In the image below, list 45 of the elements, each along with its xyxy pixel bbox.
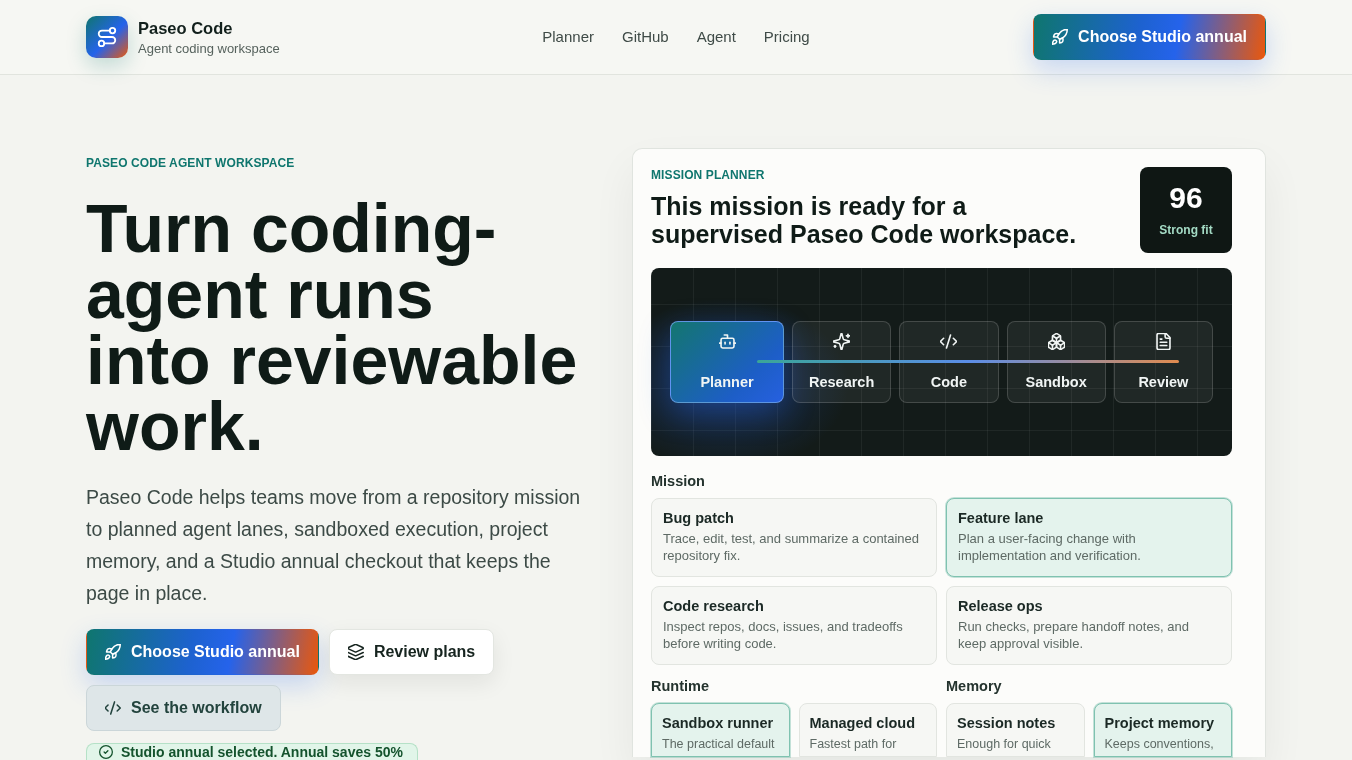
memory-option[interactable]: Session notes Enough for quick <box>946 703 1085 757</box>
workflow-step-tab[interactable]: Research <box>792 321 892 403</box>
nav-link[interactable]: Planner <box>542 28 594 46</box>
layers-icon <box>347 644 364 660</box>
mission-option[interactable]: Release ops Run checks, prepare handoff notes, and keep approval visible. <box>946 586 1232 665</box>
robot-icon <box>718 333 736 350</box>
notice-text: Studio annual selected. Annual saves 50% <box>121 744 403 760</box>
memory-option[interactable]: Project memory Keeps conventions, <box>1093 703 1232 757</box>
rocket-icon <box>105 644 121 660</box>
code-icon <box>940 333 958 350</box>
nav-link[interactable]: Pricing <box>763 28 810 46</box>
cubes-icon <box>1047 333 1065 350</box>
mission-option[interactable]: Feature lane Plan a user-facing change with implementation and verification. <box>946 498 1232 577</box>
secondary-button[interactable]: Review plans <box>328 629 495 675</box>
runtime-option[interactable]: Sandbox runner The practical default <box>651 703 790 757</box>
logo-icon[interactable] <box>86 16 128 58</box>
workflow-step-tab[interactable]: Code <box>899 321 999 403</box>
ghost-button[interactable]: See the workflow <box>86 685 281 731</box>
workflow-step-tab[interactable]: Review <box>1113 321 1213 403</box>
brand-tagline: Agent coding workspace <box>138 40 280 56</box>
score-label: Strong fit <box>1159 223 1213 237</box>
section-label: Memory <box>946 678 1003 695</box>
planner-eyebrow: MISSION PLANNER <box>651 168 766 182</box>
primary-button[interactable]: Choose Studio annual <box>86 629 319 675</box>
document-icon <box>1154 333 1172 350</box>
mission-option[interactable]: Bug patch Trace, edit, test, and summarize a contained repository fix. <box>651 498 937 577</box>
hero-eyebrow: PASEO CODE AGENT WORKSPACE <box>86 156 295 170</box>
cta-button[interactable]: Choose Studio annual <box>1033 14 1266 60</box>
code-icon <box>105 700 121 716</box>
hero-description: Paseo Code helps teams move from a repository mission to planned agent lanes, sandboxed execution, project memory, and a Studio annual checkout that keeps the page in place. <box>86 485 582 606</box>
check-circle-icon <box>99 745 113 759</box>
section-label: Mission <box>651 473 706 490</box>
runtime-option[interactable]: Managed cloud Fastest path for <box>798 703 937 757</box>
nav-link[interactable]: GitHub <box>621 28 669 46</box>
brand-name: Paseo Code <box>138 18 234 38</box>
nav-link[interactable]: Agent <box>696 28 736 46</box>
sparkle-icon <box>833 333 851 350</box>
score-value: 96 <box>1169 183 1203 213</box>
workflow-step-tab[interactable]: Planner <box>670 321 784 403</box>
workflow-step-tab[interactable]: Sandbox <box>1006 321 1106 403</box>
rocket-icon <box>1052 29 1069 45</box>
hero-headline: Turn coding- agent runs into reviewable work. <box>86 195 578 459</box>
planner-title: This mission is ready for a supervised Paseo Code workspace. <box>651 192 1078 248</box>
section-label: Runtime <box>651 678 710 695</box>
mission-option[interactable]: Code research Inspect repos, docs, issues, and tradeoffs before writing code. <box>651 586 937 665</box>
